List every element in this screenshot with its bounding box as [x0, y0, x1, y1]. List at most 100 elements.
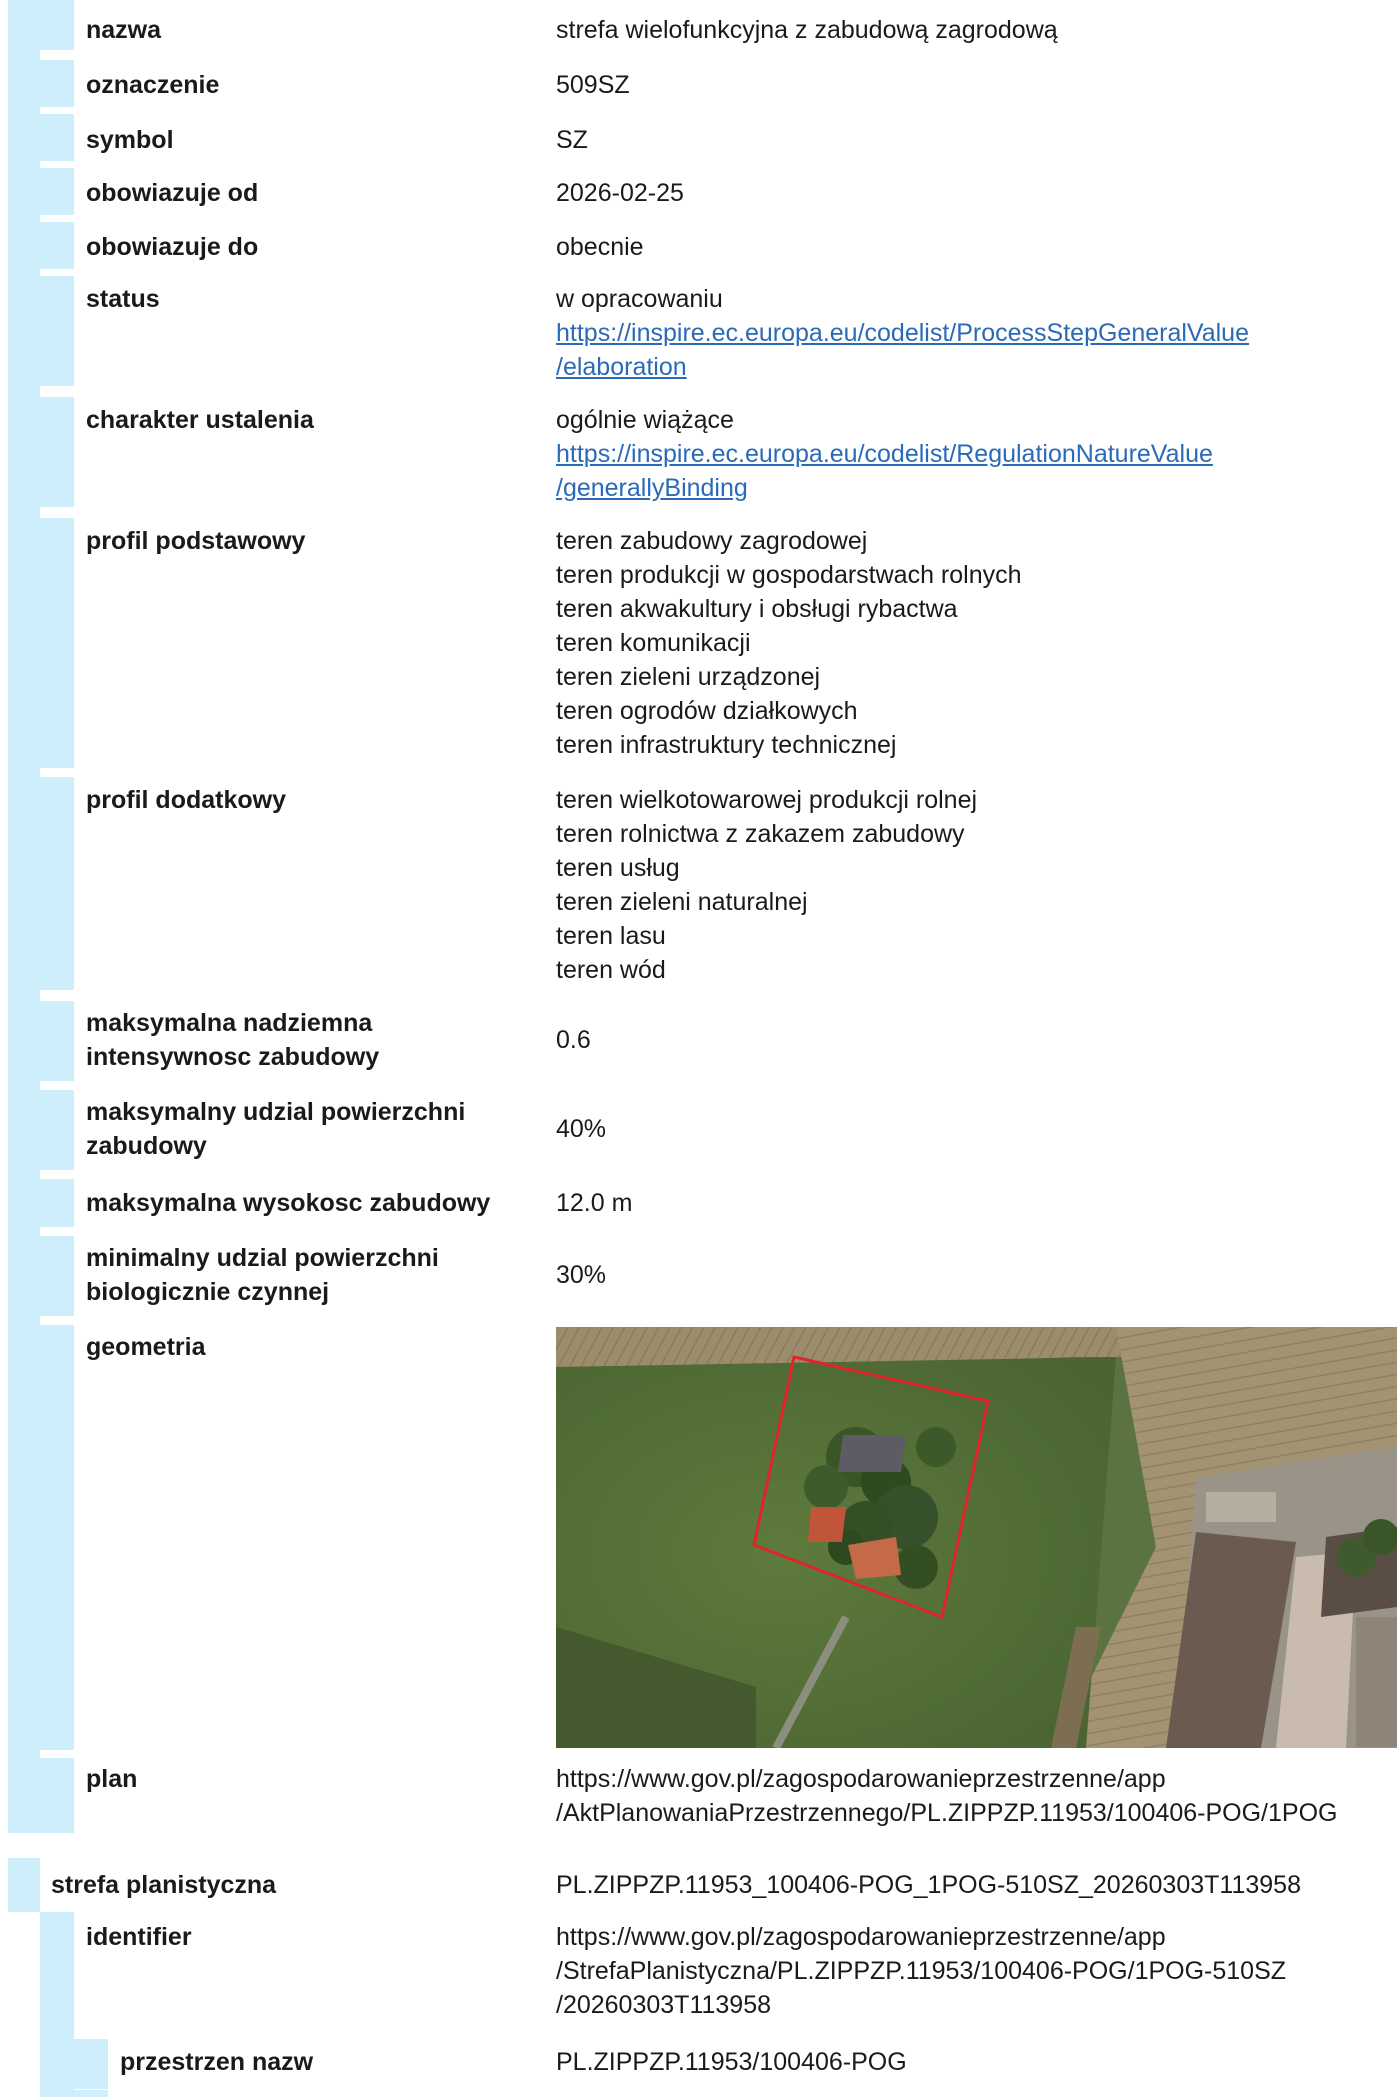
value-text: 0.6	[556, 1026, 591, 1054]
key-label: profil dodatkowy	[86, 786, 286, 814]
row-marker	[40, 1758, 74, 1833]
value-text: ogólnie wiążące	[556, 406, 734, 434]
value-list: teren wielkotowarowej produkcji rolnej t…	[556, 783, 977, 987]
list-item: teren produkcji w gospodarstwach rolnych	[556, 561, 1022, 589]
row-marker	[40, 60, 74, 107]
row-marker	[40, 276, 74, 386]
key-label: geometria	[86, 1333, 206, 1361]
row-profil-podstawowy: profil podstawowy teren zabudowy zagrodo…	[40, 518, 1397, 768]
value-text: w opracowaniu	[556, 285, 723, 313]
row-obowiazuje-do: obowiazuje do obecnie	[40, 222, 1397, 269]
codelist-link-suffix[interactable]: /elaboration	[556, 353, 687, 381]
key-label: obowiazuje do	[86, 233, 259, 261]
list-item: teren komunikacji	[556, 629, 751, 657]
row-marker	[40, 0, 74, 50]
key-block: maksymalna nadziemna intensywnosc zabudo…	[86, 1006, 379, 1074]
geometry-map-image	[556, 1327, 1397, 1748]
key-label: symbol	[86, 126, 174, 154]
key-label: maksymalna nadziemna	[86, 1009, 373, 1037]
list-item: teren zieleni naturalnej	[556, 888, 808, 916]
aerial-photo	[556, 1327, 1397, 1748]
row-marker	[40, 1179, 74, 1227]
list-item: teren akwakultury i obsługi rybactwa	[556, 595, 958, 623]
codelist-link[interactable]: https://inspire.ec.europa.eu/codelist/Re…	[556, 440, 1213, 468]
value-block: w opracowaniu https://inspire.ec.europa.…	[556, 282, 1249, 384]
row-marker	[40, 1236, 74, 1316]
key-label: status	[86, 285, 160, 313]
outer-strip	[8, 0, 40, 1833]
list-item: teren infrastruktury technicznej	[556, 731, 897, 759]
row-marker	[40, 518, 74, 768]
row-profil-dodatkowy: profil dodatkowy teren wielkotowarowej p…	[40, 777, 1397, 990]
list-item: teren wielkotowarowej produkcji rolnej	[556, 786, 978, 814]
row-nazwa: nazwa strefa wielofunkcyjna z zabudową z…	[40, 0, 1397, 50]
key-block: maksymalny udzial powierzchni zabudowy	[86, 1095, 465, 1163]
row-oznaczenie: oznaczenie 509SZ	[40, 60, 1397, 107]
identifier-line: https://www.gov.pl/zagospodarowanieprzes…	[556, 1923, 1166, 1951]
row-marker	[40, 114, 74, 161]
value-text: PL.ZIPPZP.11953/100406-POG	[556, 2048, 907, 2076]
value-text: 2026-02-25	[556, 179, 684, 207]
row-max-intensywnosc: maksymalna nadziemna intensywnosc zabudo…	[40, 1001, 1397, 1081]
key-label: profil podstawowy	[86, 527, 306, 555]
identifier-line: /20260303T113958	[556, 1991, 772, 2019]
plan-url-line: https://www.gov.pl/zagospodarowanieprzes…	[556, 1765, 1166, 1793]
row-max-wysokosc: maksymalna wysokosc zabudowy 12.0 m	[40, 1179, 1397, 1227]
value-text: 40%	[556, 1115, 607, 1143]
key-block: minimalny udzial powierzchni biologiczni…	[86, 1241, 439, 1309]
identifier-line: /StrefaPlanistyczna/PL.ZIPPZP.11953/1004…	[556, 1957, 1287, 1985]
value-block: ogólnie wiążące https://inspire.ec.europ…	[556, 403, 1213, 505]
row-symbol: symbol SZ	[40, 114, 1397, 161]
key-label: intensywnosc zabudowy	[86, 1043, 380, 1071]
value-block: https://www.gov.pl/zagospodarowanieprzes…	[556, 1762, 1337, 1830]
key-label: strefa planistyczna	[51, 1871, 277, 1899]
value-text: strefa wielofunkcyjna z zabudową zagrodo…	[556, 16, 1058, 44]
row-plan: plan https://www.gov.pl/zagospodarowanie…	[40, 1758, 1397, 1833]
row-marker	[40, 397, 74, 507]
row-max-udzial-zabudowy: maksymalny udzial powierzchni zabudowy 4…	[40, 1090, 1397, 1170]
key-label: minimalny udzial powierzchni	[86, 1244, 439, 1272]
key-label: zabudowy	[86, 1132, 207, 1160]
row-marker	[40, 777, 74, 990]
row-charakter-ustalenia: charakter ustalenia ogólnie wiążące http…	[40, 397, 1397, 507]
list-item: teren usług	[556, 854, 680, 882]
row-marker	[40, 1090, 74, 1170]
key-label: oznaczenie	[86, 71, 220, 99]
key-label: charakter ustalenia	[86, 406, 314, 434]
row-marker	[40, 168, 74, 215]
value-text: 12.0 m	[556, 1189, 633, 1217]
key-label: nazwa	[86, 16, 162, 44]
row-marker	[40, 1001, 74, 1081]
key-label: maksymalna wysokosc zabudowy	[86, 1189, 491, 1217]
row-przestrzen-nazw: przestrzen nazw PL.ZIPPZP.11953/100406-P…	[74, 2039, 1397, 2089]
key-label: plan	[86, 1765, 138, 1793]
value-text: 30%	[556, 1261, 607, 1289]
value-text: 509SZ	[556, 71, 630, 99]
key-label: identifier	[86, 1923, 192, 1951]
row-identifier: identifier https://www.gov.pl/zagospodar…	[40, 1918, 1397, 2030]
row-strefa-planistyczna: strefa planistyczna PL.ZIPPZP.11953_1004…	[0, 1858, 1397, 1912]
plan-url-line: /AktPlanowaniaPrzestrzennego/PL.ZIPPZP.1…	[556, 1799, 1338, 1827]
value-list: teren zabudowy zagrodowej teren produkcj…	[556, 524, 1022, 762]
key-label: biologicznie czynnej	[86, 1278, 330, 1306]
list-item: teren zieleni urządzonej	[556, 663, 821, 691]
row-marker-partial	[74, 2090, 108, 2097]
value-text: SZ	[556, 126, 588, 154]
key-label: przestrzen nazw	[120, 2048, 314, 2076]
list-item: teren rolnictwa z zakazem zabudowy	[556, 820, 965, 848]
key-label: maksymalny udzial powierzchni	[86, 1098, 466, 1126]
value-block: https://www.gov.pl/zagospodarowanieprzes…	[556, 1920, 1286, 2022]
list-item: teren ogrodów działkowych	[556, 697, 858, 725]
row-min-udzial-biologicznie: minimalny udzial powierzchni biologiczni…	[40, 1236, 1397, 1316]
list-item: teren wód	[556, 956, 666, 984]
row-marker	[40, 222, 74, 269]
key-label: obowiazuje od	[86, 179, 259, 207]
list-item: teren zabudowy zagrodowej	[556, 527, 868, 555]
value-text: obecnie	[556, 233, 644, 261]
codelist-link-suffix[interactable]: /generallyBinding	[556, 474, 748, 502]
row-obowiazuje-od: obowiazuje od 2026-02-25	[40, 168, 1397, 215]
row-marker	[40, 1325, 74, 1750]
row-status: status w opracowaniu https://inspire.ec.…	[40, 276, 1397, 386]
row-marker	[8, 1858, 40, 1912]
codelist-link[interactable]: https://inspire.ec.europa.eu/codelist/Pr…	[556, 319, 1249, 347]
